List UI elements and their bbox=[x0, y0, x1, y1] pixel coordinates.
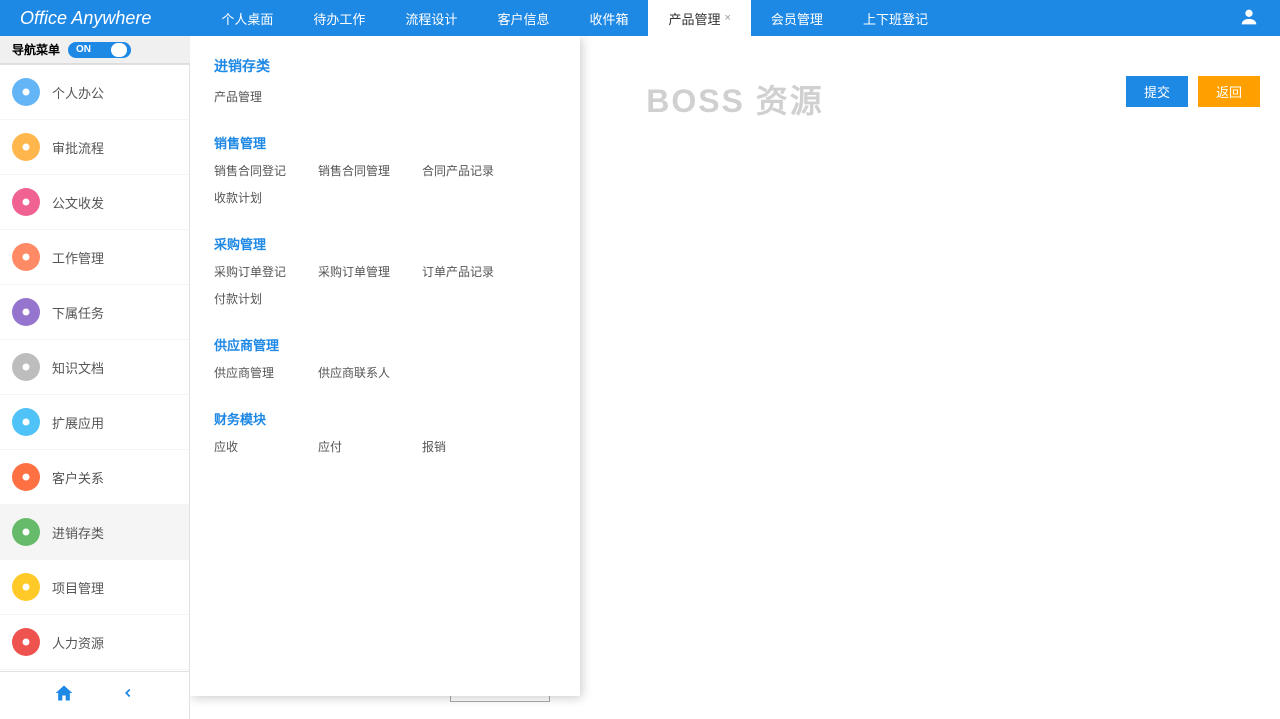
sidebar-item-8[interactable]: 进销存类 bbox=[0, 505, 189, 560]
sidebar: 导航菜单 ON 个人办公审批流程公文收发工作管理下属任务知识文档扩展应用客户关系… bbox=[0, 36, 190, 719]
tab-0[interactable]: 个人桌面 bbox=[201, 0, 293, 36]
nav-header-label: 导航菜单 bbox=[12, 41, 60, 58]
mega-section-title: 财务模块 bbox=[214, 409, 580, 428]
mega-link[interactable]: 付款计划 bbox=[214, 290, 286, 307]
sidebar-item-1[interactable]: 审批流程 bbox=[0, 120, 189, 175]
home-icon[interactable] bbox=[54, 683, 74, 708]
user-icon[interactable] bbox=[1238, 6, 1260, 33]
mega-link[interactable]: 采购订单管理 bbox=[318, 263, 390, 280]
tab-6[interactable]: 会员管理 bbox=[751, 0, 843, 36]
sidebar-item-0[interactable]: 个人办公 bbox=[0, 65, 189, 120]
sidebar-item-label: 知识文档 bbox=[52, 358, 104, 377]
sidebar-item-label: 进销存类 bbox=[52, 523, 104, 542]
mega-menu: 进销存类 产品管理销售管理销售合同登记销售合同管理合同产品记录收款计划采购管理采… bbox=[190, 36, 580, 696]
sidebar-item-label: 审批流程 bbox=[52, 138, 104, 157]
tab-5[interactable]: 产品管理× bbox=[648, 0, 750, 36]
mega-section: 供应商管理供应商管理供应商联系人 bbox=[214, 335, 580, 391]
content: BOSS 资源 提交 返回 进销存类 产品管理销售管理销售合同登记 销售合同管理 合… bbox=[190, 36, 1280, 719]
action-buttons: 提交 返回 bbox=[1126, 76, 1260, 107]
sidebar-item-4[interactable]: 下属任务 bbox=[0, 285, 189, 340]
sidebar-icon bbox=[12, 518, 40, 546]
mega-link[interactable]: 应付 bbox=[318, 438, 390, 455]
sidebar-icon bbox=[12, 463, 40, 491]
mega-link[interactable]: 订单产品记录 bbox=[422, 263, 494, 280]
top-bar: Office Anywhere 个人桌面待办工作流程设计客户信息收件箱产品管理×… bbox=[0, 0, 1280, 36]
mega-link[interactable]: 收款计划 bbox=[214, 189, 286, 206]
tab-3[interactable]: 客户信息 bbox=[477, 0, 569, 36]
mega-link[interactable]: 供应商联系人 bbox=[318, 364, 390, 381]
tab-4[interactable]: 收件箱 bbox=[569, 0, 648, 36]
sidebar-item-label: 扩展应用 bbox=[52, 413, 104, 432]
mega-link[interactable]: 供应商管理 bbox=[214, 364, 286, 381]
nav-toggle[interactable]: ON bbox=[68, 42, 131, 58]
mega-section: 财务模块应收 应付 报销 bbox=[214, 409, 580, 465]
sidebar-item-10[interactable]: 人力资源 bbox=[0, 615, 189, 670]
tab-close-icon[interactable]: × bbox=[724, 12, 730, 24]
top-tabs: 个人桌面待办工作流程设计客户信息收件箱产品管理×会员管理上下班登记 bbox=[201, 0, 948, 36]
mega-section: 销售管理销售合同登记 销售合同管理 合同产品记录收款计划 bbox=[214, 133, 580, 216]
toggle-knob bbox=[111, 43, 127, 57]
sidebar-item-label: 个人办公 bbox=[52, 83, 104, 102]
sidebar-icon bbox=[12, 133, 40, 161]
sidebar-items: 个人办公审批流程公文收发工作管理下属任务知识文档扩展应用客户关系进销存类项目管理… bbox=[0, 64, 189, 671]
mega-section: 产品管理 bbox=[214, 88, 580, 115]
sidebar-icon bbox=[12, 243, 40, 271]
back-button[interactable]: 返回 bbox=[1198, 76, 1260, 107]
mega-link[interactable]: 产品管理 bbox=[214, 88, 286, 105]
sidebar-item-9[interactable]: 项目管理 bbox=[0, 560, 189, 615]
sidebar-item-label: 项目管理 bbox=[52, 578, 104, 597]
watermark: BOSS 资源 bbox=[646, 76, 824, 122]
sidebar-item-label: 人力资源 bbox=[52, 633, 104, 652]
mega-link[interactable]: 合同产品记录 bbox=[422, 162, 494, 179]
collapse-icon[interactable] bbox=[121, 686, 135, 705]
mega-link[interactable]: 销售合同管理 bbox=[318, 162, 390, 179]
sidebar-footer bbox=[0, 671, 189, 719]
mega-section-title: 采购管理 bbox=[214, 234, 580, 253]
sidebar-icon bbox=[12, 298, 40, 326]
tab-2[interactable]: 流程设计 bbox=[385, 0, 477, 36]
logo: Office Anywhere bbox=[0, 8, 171, 29]
mega-link[interactable]: 销售合同登记 bbox=[214, 162, 286, 179]
sidebar-item-7[interactable]: 客户关系 bbox=[0, 450, 189, 505]
sidebar-item-label: 公文收发 bbox=[52, 193, 104, 212]
sidebar-icon bbox=[12, 628, 40, 656]
sidebar-item-2[interactable]: 公文收发 bbox=[0, 175, 189, 230]
nav-header: 导航菜单 ON bbox=[0, 36, 190, 64]
mega-section: 采购管理采购订单登记 采购订单管理 订单产品记录付款计划 bbox=[214, 234, 580, 317]
sidebar-icon bbox=[12, 573, 40, 601]
main-area: 导航菜单 ON 个人办公审批流程公文收发工作管理下属任务知识文档扩展应用客户关系… bbox=[0, 36, 1280, 719]
sidebar-icon bbox=[12, 78, 40, 106]
sidebar-item-label: 下属任务 bbox=[52, 303, 104, 322]
sidebar-icon bbox=[12, 408, 40, 436]
mega-link[interactable]: 报销 bbox=[422, 438, 494, 455]
sidebar-icon bbox=[12, 353, 40, 381]
sidebar-item-label: 工作管理 bbox=[52, 248, 104, 267]
tab-7[interactable]: 上下班登记 bbox=[843, 0, 948, 36]
sidebar-item-5[interactable]: 知识文档 bbox=[0, 340, 189, 395]
sidebar-item-label: 客户关系 bbox=[52, 468, 104, 487]
sidebar-icon bbox=[12, 188, 40, 216]
submit-button[interactable]: 提交 bbox=[1126, 76, 1188, 107]
mega-link[interactable]: 应收 bbox=[214, 438, 286, 455]
mega-title: 进销存类 bbox=[214, 56, 580, 76]
mega-section-title: 销售管理 bbox=[214, 133, 580, 152]
sidebar-item-6[interactable]: 扩展应用 bbox=[0, 395, 189, 450]
sidebar-item-3[interactable]: 工作管理 bbox=[0, 230, 189, 285]
mega-link[interactable]: 采购订单登记 bbox=[214, 263, 286, 280]
mega-section-title: 供应商管理 bbox=[214, 335, 580, 354]
tab-1[interactable]: 待办工作 bbox=[293, 0, 385, 36]
